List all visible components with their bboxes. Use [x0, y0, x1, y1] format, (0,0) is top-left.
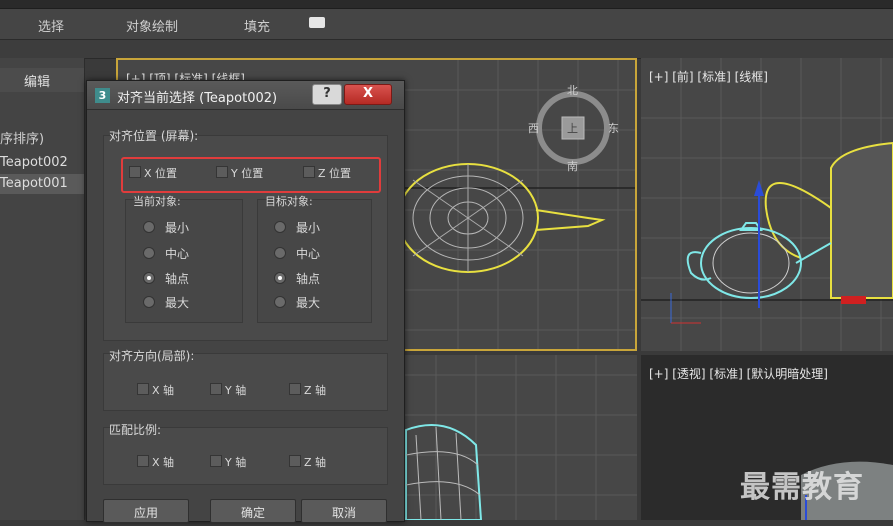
viewport-label-front[interactable]: [+] [前] [标准] [线框] [649, 68, 768, 85]
watermark: 最需教育 [740, 470, 864, 505]
orient-x-checkbox[interactable]: X 轴 [137, 382, 174, 398]
checkbox-label: Z 轴 [304, 384, 327, 397]
y-position-checkbox[interactable]: Y 位置 [216, 165, 263, 181]
list-item[interactable]: Teapot002 [0, 153, 84, 173]
match-scale-label: 匹配比例: [109, 423, 162, 437]
checkbox-box[interactable] [216, 166, 228, 178]
orient-z-checkbox[interactable]: Z 轴 [289, 382, 326, 398]
close-button[interactable]: X [344, 84, 392, 105]
checkbox-box[interactable] [289, 455, 301, 467]
app-icon: 3 [95, 88, 110, 103]
orient-y-checkbox[interactable]: Y 轴 [210, 382, 246, 398]
scale-x-checkbox[interactable]: X 轴 [137, 454, 174, 470]
viewcube-east: 东 [608, 122, 619, 135]
teapot-left-wireframe [405, 424, 483, 520]
dialog-title-bar[interactable]: 3 对齐当前选择 (Teapot002) ? X [87, 81, 404, 110]
apply-button[interactable]: 应用 [103, 499, 189, 523]
checkbox-box[interactable] [129, 166, 141, 178]
radio-label: 最大 [296, 296, 321, 310]
align-orientation-label: 对齐方向(局部): [109, 349, 195, 363]
checkbox-label: X 轴 [152, 384, 175, 397]
sort-label: 序排序) [0, 132, 45, 147]
current-pivot-radio[interactable]: 轴点 [143, 270, 189, 287]
scale-z-checkbox[interactable]: Z 轴 [289, 454, 326, 470]
z-position-checkbox[interactable]: Z 位置 [303, 165, 351, 181]
edit-menu[interactable]: 编辑 [24, 71, 50, 90]
target-pivot-radio[interactable]: 轴点 [274, 270, 320, 287]
large-teapot-front [764, 141, 893, 299]
radio-dot[interactable] [274, 272, 286, 284]
checkbox-label: Z 位置 [318, 167, 352, 180]
explorer-header: 编辑 [0, 68, 84, 92]
checkbox-label: X 轴 [152, 456, 175, 469]
checkbox-box[interactable] [303, 166, 315, 178]
radio-dot[interactable] [143, 221, 155, 233]
radio-label: 中心 [165, 247, 190, 261]
item-label: Teapot001 [0, 176, 68, 191]
dialog-title: 对齐当前选择 (Teapot002) [117, 91, 278, 106]
ok-button[interactable]: 确定 [210, 499, 296, 523]
sub-toolbar [0, 40, 893, 59]
scene-explorer: 编辑 序排序) Teapot002 Teapot001 [0, 58, 85, 520]
ribbon-dropdown-icon[interactable] [309, 17, 325, 28]
target-min-radio[interactable]: 最小 [274, 219, 320, 236]
radio-label: 轴点 [165, 272, 190, 286]
checkbox-box[interactable] [210, 455, 222, 467]
checkbox-box[interactable] [137, 383, 149, 395]
checkbox-box[interactable] [137, 455, 149, 467]
ribbon-tab-select[interactable]: 选择 [38, 16, 64, 35]
viewcube-south: 南 [567, 160, 578, 173]
radio-dot[interactable] [143, 296, 155, 308]
radio-label: 最小 [296, 221, 321, 235]
radio-dot[interactable] [274, 221, 286, 233]
checkbox-label: X 位置 [144, 167, 178, 180]
align-selection-dialog: 3 对齐当前选择 (Teapot002) ? X 对齐位置 (屏幕): X 位置… [86, 80, 405, 523]
target-object-label: 目标对象: [265, 195, 313, 208]
checkbox-box[interactable] [289, 383, 301, 395]
teapot-top-wireframe [397, 163, 606, 273]
viewcube-west: 西 [528, 122, 539, 135]
cancel-button[interactable]: 取消 [301, 499, 387, 523]
radio-label: 中心 [296, 247, 321, 261]
front-viewport-grid [641, 58, 893, 351]
viewcube-north: 北 [567, 84, 578, 97]
title-bar [0, 0, 893, 9]
checkbox-label: Y 轴 [225, 384, 247, 397]
current-max-radio[interactable]: 最大 [143, 294, 189, 311]
current-center-radio[interactable]: 中心 [143, 245, 189, 262]
target-max-radio[interactable]: 最大 [274, 294, 320, 311]
current-min-radio[interactable]: 最小 [143, 219, 189, 236]
checkbox-label: Y 位置 [231, 167, 264, 180]
radio-dot[interactable] [143, 247, 155, 259]
list-item[interactable]: Teapot001 [0, 174, 84, 194]
target-center-radio[interactable]: 中心 [274, 245, 320, 262]
help-button[interactable]: ? [312, 84, 342, 105]
ribbon-tab-object-paint[interactable]: 对象绘制 [126, 16, 178, 35]
radio-label: 轴点 [296, 272, 321, 286]
ribbon: 选择 对象绘制 填充 [0, 9, 893, 40]
radio-dot[interactable] [274, 296, 286, 308]
checkbox-label: Y 轴 [225, 456, 247, 469]
viewport-front[interactable]: [+] [前] [标准] [线框] [641, 58, 893, 351]
current-object-label: 当前对象: [133, 195, 181, 208]
checkbox-label: Z 轴 [304, 456, 327, 469]
x-position-checkbox[interactable]: X 位置 [129, 165, 177, 181]
item-label: Teapot002 [0, 155, 68, 170]
radio-label: 最大 [165, 296, 190, 310]
scale-y-checkbox[interactable]: Y 轴 [210, 454, 246, 470]
checkbox-box[interactable] [210, 383, 222, 395]
ribbon-tab-populate[interactable]: 填充 [244, 16, 270, 35]
radio-dot[interactable] [274, 247, 286, 259]
small-teapot-front [686, 180, 832, 308]
radio-label: 最小 [165, 221, 190, 235]
viewcube-face[interactable]: 上 [567, 120, 578, 136]
viewport-label-perspective[interactable]: [+] [透视] [标准] [默认明暗处理] [649, 365, 828, 382]
align-position-label: 对齐位置 (屏幕): [109, 129, 199, 143]
radio-dot[interactable] [143, 272, 155, 284]
